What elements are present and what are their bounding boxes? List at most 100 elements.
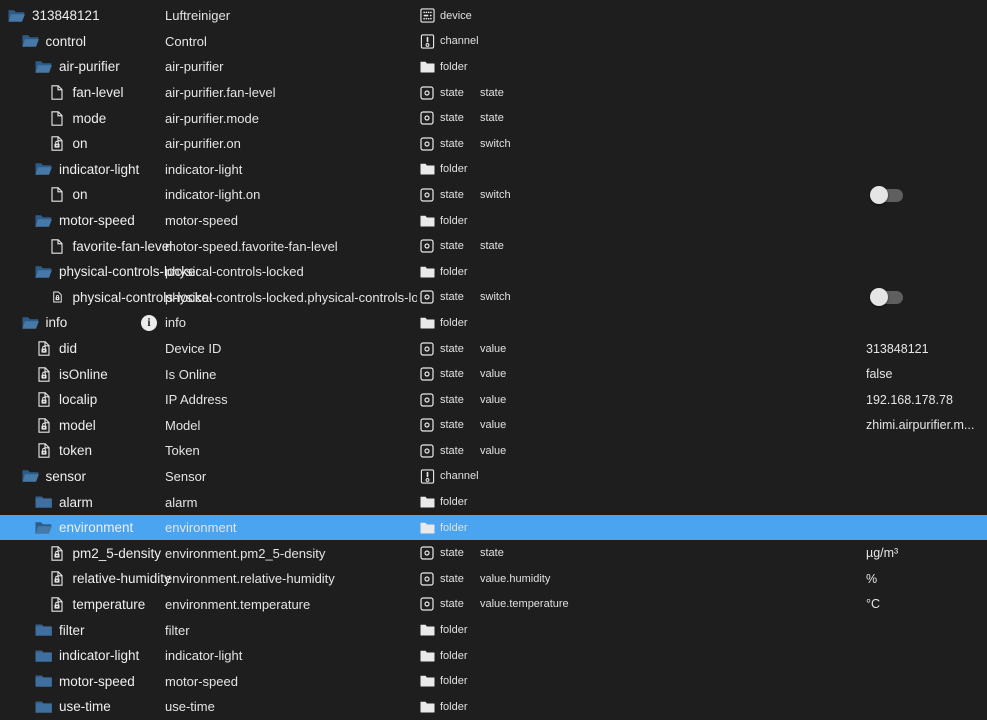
folder-type-icon: [419, 522, 435, 534]
folder-closed-icon[interactable]: [35, 700, 52, 714]
node-description: IP Address: [165, 387, 417, 413]
tree-row[interactable]: alarm alarm folder: [0, 489, 987, 515]
value-label: [866, 694, 987, 720]
file-lock-icon[interactable]: [35, 443, 52, 458]
role-label: [480, 29, 700, 55]
tree-row[interactable]: environment environment folder: [0, 515, 987, 541]
folder-closed-icon[interactable]: [35, 495, 52, 509]
tree-row[interactable]: 313848121 Luftreiniger device: [0, 3, 987, 29]
node-name: token: [59, 443, 92, 458]
tree-row[interactable]: physical-controls-locked physical-contro…: [0, 285, 987, 311]
node-name: filter: [59, 623, 85, 638]
tree-row[interactable]: token Token state value: [0, 438, 987, 464]
folder-closed-icon[interactable]: [35, 623, 52, 637]
tree-row[interactable]: fan-level air-purifier.fan-level state s…: [0, 80, 987, 106]
value-label: [866, 29, 987, 55]
folder-open-icon[interactable]: [35, 265, 52, 279]
role-label: [480, 310, 700, 336]
tree-row[interactable]: did Device ID state value 313848121: [0, 336, 987, 362]
node-description: motor-speed: [165, 668, 417, 694]
tree-row[interactable]: use-time use-time folder: [0, 694, 987, 720]
tree-row[interactable]: on air-purifier.on state switch: [0, 131, 987, 157]
tree-row[interactable]: isOnline Is Online state value false: [0, 361, 987, 387]
file-lock-icon[interactable]: [49, 136, 66, 151]
file-lock-icon[interactable]: [35, 367, 52, 382]
role-label: [480, 617, 700, 643]
tree-node: control: [0, 29, 185, 55]
tree-row[interactable]: control Control channel: [0, 29, 987, 55]
folder-type-icon: [419, 266, 435, 278]
file-lock-icon[interactable]: [49, 597, 66, 612]
state-type-icon: [419, 572, 435, 586]
folder-open-icon[interactable]: [22, 469, 39, 483]
file-icon[interactable]: [49, 111, 66, 126]
folder-closed-icon[interactable]: [35, 674, 52, 688]
tree-row[interactable]: physical-controls-locked physical-contro…: [0, 259, 987, 285]
tree-row[interactable]: on indicator-light.on state switch: [0, 182, 987, 208]
type-cell: folder: [419, 157, 479, 183]
type-cell: state: [419, 105, 479, 131]
state-type-icon: [419, 418, 435, 432]
tree-row[interactable]: model Model state value zhimi.airpurifie…: [0, 413, 987, 439]
folder-open-icon[interactable]: [8, 9, 25, 23]
file-icon[interactable]: [49, 187, 66, 202]
tree-row[interactable]: localip IP Address state value 192.168.1…: [0, 387, 987, 413]
folder-type-icon: [419, 624, 435, 636]
type-label: state: [440, 598, 464, 610]
type-cell: state: [419, 413, 479, 439]
tree-row[interactable]: motor-speed motor-speed folder: [0, 208, 987, 234]
role-label: value: [480, 438, 700, 464]
tree-row[interactable]: indicator-light indicator-light folder: [0, 643, 987, 669]
tree-row[interactable]: filter filter folder: [0, 617, 987, 643]
file-lock-icon[interactable]: [49, 571, 66, 586]
switch-toggle[interactable]: [870, 186, 903, 204]
type-label: folder: [440, 215, 468, 227]
node-description: environment: [165, 515, 417, 541]
type-cell: folder: [419, 668, 479, 694]
folder-open-icon[interactable]: [22, 34, 39, 48]
folder-open-icon[interactable]: [35, 214, 52, 228]
role-label: switch: [480, 285, 700, 311]
folder-open-icon[interactable]: [35, 60, 52, 74]
type-cell: state: [419, 592, 479, 618]
file-icon[interactable]: [49, 85, 66, 100]
file-lock-icon[interactable]: [35, 418, 52, 433]
node-name: 313848121: [32, 8, 100, 23]
type-label: state: [440, 291, 464, 303]
tree-row[interactable]: mode air-purifier.mode state state: [0, 105, 987, 131]
tree-row[interactable]: indicator-light indicator-light folder: [0, 157, 987, 183]
type-label: state: [440, 343, 464, 355]
folder-open-icon[interactable]: [35, 162, 52, 176]
folder-open-icon[interactable]: [22, 316, 39, 330]
type-cell: state: [419, 80, 479, 106]
file-lock-icon[interactable]: [35, 341, 52, 356]
switch-toggle[interactable]: [870, 288, 903, 306]
value-label: °C: [866, 592, 987, 618]
tree-row[interactable]: sensor Sensor channel: [0, 464, 987, 490]
tree-row[interactable]: air-purifier air-purifier folder: [0, 54, 987, 80]
tree-row[interactable]: temperature environment.temperature stat…: [0, 592, 987, 618]
value-label: [866, 438, 987, 464]
folder-type-icon: [419, 215, 435, 227]
file-lock-icon[interactable]: [49, 546, 66, 561]
file-lock-small-icon[interactable]: [49, 291, 66, 303]
tree-row[interactable]: favorite-fan-level motor-speed.favorite-…: [0, 233, 987, 259]
type-label: folder: [440, 61, 468, 73]
type-cell: state: [419, 566, 479, 592]
tree-row[interactable]: info i info folder: [0, 310, 987, 336]
folder-closed-icon[interactable]: [35, 649, 52, 663]
file-icon[interactable]: [49, 239, 66, 254]
node-name: motor-speed: [59, 213, 135, 228]
value-label: [866, 3, 987, 29]
folder-type-icon: [419, 496, 435, 508]
type-label: channel: [440, 35, 479, 47]
node-description: indicator-light: [165, 643, 417, 669]
node-name: pm2_5-density: [73, 546, 162, 561]
type-cell: state: [419, 438, 479, 464]
tree-row[interactable]: relative-humidity environment.relative-h…: [0, 566, 987, 592]
type-label: state: [440, 138, 464, 150]
tree-row[interactable]: motor-speed motor-speed folder: [0, 668, 987, 694]
folder-open-icon[interactable]: [35, 521, 52, 535]
tree-row[interactable]: pm2_5-density environment.pm2_5-density …: [0, 540, 987, 566]
file-lock-icon[interactable]: [35, 392, 52, 407]
